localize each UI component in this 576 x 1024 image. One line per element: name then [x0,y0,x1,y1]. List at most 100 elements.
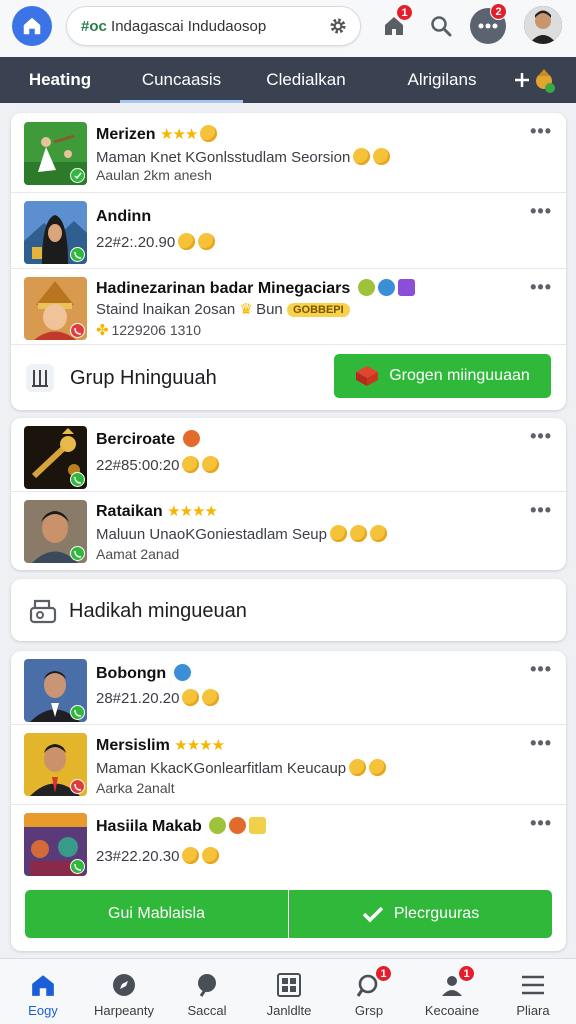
emoji-icon [178,233,196,250]
more-icon[interactable]: ••• [530,659,552,680]
tab-heating[interactable]: Heating [16,57,104,103]
more-icon[interactable]: ••• [530,733,552,754]
stars-icon: ★★★ [160,126,198,143]
item-meta: ✤ 1229206 1310 [96,322,202,339]
item-title: Berciroate [96,430,200,449]
stars-icon: ★★★★ [174,737,225,754]
check-badge-icon [70,168,85,183]
emoji-icon [202,689,220,706]
left-action-button[interactable]: Gui Mablaisla [25,890,288,938]
emoji-icon [200,125,218,142]
section-header[interactable]: Hadikah mingueuan [11,579,566,641]
info-icon [377,279,395,296]
emoji-icon [369,525,387,542]
list-item[interactable]: Mersislim ★★★★ Maman KkacKGonlearfitlam … [11,725,566,805]
item-title: Merizen ★★★ [96,125,218,144]
thumbnail [24,277,87,340]
grid-icon [275,971,303,999]
nav-item-kecoaine[interactable]: 1 Kecoaine [411,959,493,1024]
more-icon[interactable]: ••• [530,426,552,447]
nav-item-saccal[interactable]: Saccal [166,959,248,1024]
nav-item-harpeanty[interactable]: Harpeanty [83,959,165,1024]
search-button[interactable] [421,6,461,46]
profile-avatar[interactable] [524,6,562,44]
list-item[interactable]: Hasiila Makab 23#22.20.30 ••• Gui Mablai… [11,805,566,951]
list-item[interactable]: Bobongn 28#21.20.20 ••• [11,651,566,725]
gear-icon[interactable] [328,16,348,36]
thumbnail [24,122,87,185]
emoji-icon [202,456,220,473]
phone-badge-icon [70,546,85,561]
nav-item-eogy[interactable]: Eogy [2,959,84,1024]
group-footer: Grup Hninguuah Grogen miinguuaan [11,345,566,410]
list-item[interactable]: Berciroate 22#85:00:20 ••• [11,418,566,492]
notification-badge: 1 [396,4,413,21]
item-title: Mersislim ★★★★ [96,737,225,754]
menu-icon [519,971,547,999]
puzzle-icon [397,279,415,296]
emoji-icon [353,148,371,165]
tab-alrigilans[interactable]: Alrigilans [392,57,492,103]
more-icon[interactable]: ••• [530,277,552,298]
emoji-icon [182,456,200,473]
stars-icon: ★★★★ [167,503,218,520]
home-button[interactable] [12,6,52,46]
thumbnail [24,201,87,264]
phone-badge-icon [70,472,85,487]
house-notification-button[interactable]: 1 [374,4,414,46]
list-item[interactable]: Andinn 22#2:.20.90 ••• [11,193,566,269]
phone-badge-icon [70,779,85,794]
basketball-icon [229,817,247,834]
section-title: Hadikah mingueuan [69,600,247,622]
crown-icon [249,817,267,834]
more-icon[interactable]: ••• [530,121,552,142]
more-icon[interactable]: ••• [530,201,552,222]
nav-item-grsp[interactable]: 1 Grsp [328,959,410,1024]
right-action-button[interactable]: Plecrguuras [289,890,552,938]
avatar-image [524,6,562,44]
status-pill: GOBBEPI [286,303,350,317]
globe-icon [173,664,191,681]
basketball-icon [182,430,200,447]
item-subtitle: 28#21.20.20 [96,689,220,707]
more-icon[interactable]: ••• [530,500,552,521]
crown-icon: ♛ [239,301,252,318]
phone-badge-icon [70,859,85,874]
emoji-icon [182,847,200,864]
item-title: Hasiila Makab [96,817,267,836]
list-item[interactable]: Merizen ★★★ Maman Knet KGonlsstudlam Seo… [11,113,566,193]
emoji-icon [202,847,220,864]
search-text: #oc Indagascai Indudaosop [81,17,267,35]
nav-badge: 1 [458,965,475,982]
messages-badge: 2 [490,3,507,20]
item-meta: Aarka 2analt [96,780,175,796]
group-card-2: Berciroate 22#85:00:20 ••• Rataikan ★★★★… [11,418,566,570]
top-bar: #oc Indagascai Indudaosop 1 2 [0,0,576,57]
list-item[interactable]: Rataikan ★★★★ Maluun UnaoKGoniestadlam S… [11,492,566,570]
tab-cledialkan[interactable]: Cledialkan [250,57,362,103]
item-subtitle: Staind lnaikan 2osan ♛ Bun GOBBEPI [96,300,350,318]
nav-item-janldlte[interactable]: Janldlte [248,959,330,1024]
nav-badge: 1 [375,965,392,982]
more-icon[interactable]: ••• [530,813,552,834]
list-item[interactable]: Hadinezarinan badar Minegaciars Staind l… [11,269,566,345]
group-card-3: Bobongn 28#21.20.20 ••• Mersislim ★★★★ M… [11,651,566,951]
nav-item-pliara[interactable]: Pliara [492,959,574,1024]
item-meta: Aamat 2anad [96,546,180,562]
join-group-button[interactable]: Grogen miinguuaan [334,354,551,398]
phone-badge-icon [70,705,85,720]
home-icon [29,971,57,999]
thumbnail [24,813,87,876]
tab-cuncaasis[interactable]: Cuncaasis [120,57,243,103]
thumbnail [24,426,87,489]
add-group-icon[interactable] [514,67,558,95]
item-subtitle: 23#22.20.30 [96,847,220,865]
chat-search-icon: 1 [355,965,392,999]
item-subtitle: Maman Knet KGonlsstudlam Seorsion [96,148,391,166]
tab-bar: Heating Cuncaasis Cledialkan Alrigilans [0,57,576,103]
search-input[interactable]: #oc Indagascai Indudaosop [66,6,361,46]
item-subtitle: Maman KkacKGonlearfitlam Keucaup [96,759,387,777]
home-icon [23,17,41,35]
item-title: Rataikan ★★★★ [96,503,218,520]
more-options-button[interactable]: 2 [470,3,507,44]
